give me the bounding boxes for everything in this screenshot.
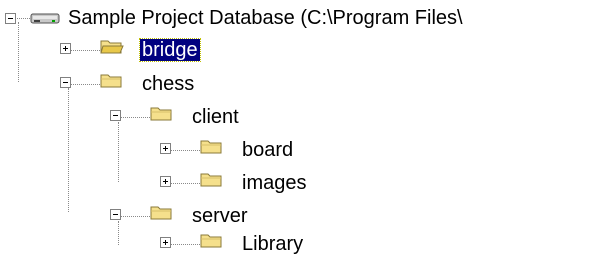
tree-item-images[interactable]: images bbox=[240, 172, 308, 194]
collapse-chess-toggle[interactable] bbox=[60, 77, 71, 88]
expand-bridge-toggle[interactable] bbox=[60, 43, 71, 54]
folder-icon bbox=[200, 140, 222, 154]
tree-connector bbox=[68, 88, 69, 212]
expand-board-toggle[interactable] bbox=[160, 143, 171, 154]
tree-item-server[interactable]: server bbox=[190, 205, 250, 227]
tree-item-library[interactable]: Library bbox=[240, 233, 305, 255]
folder-icon bbox=[100, 74, 122, 88]
tree-connector bbox=[70, 84, 100, 85]
tree-connector bbox=[120, 216, 150, 217]
tree-connector bbox=[120, 117, 150, 118]
tree-connector bbox=[18, 22, 19, 82]
expand-images-toggle[interactable] bbox=[160, 176, 171, 187]
project-tree: Sample Project Database (C:\Program File… bbox=[0, 0, 593, 257]
collapse-root-toggle[interactable] bbox=[5, 13, 16, 24]
tree-item-chess[interactable]: chess bbox=[140, 73, 196, 95]
tree-item-bridge[interactable]: bridge bbox=[139, 38, 201, 62]
tree-connector bbox=[170, 244, 200, 245]
folder-icon bbox=[150, 107, 172, 121]
drive-icon bbox=[30, 13, 60, 24]
tree-connector bbox=[118, 221, 119, 245]
collapse-client-toggle[interactable] bbox=[110, 110, 121, 121]
folder-icon bbox=[150, 206, 172, 220]
folder-icon bbox=[200, 173, 222, 187]
tree-item-board[interactable]: board bbox=[240, 139, 295, 161]
expand-library-toggle[interactable] bbox=[160, 237, 171, 248]
folder-icon bbox=[200, 234, 222, 248]
tree-connector bbox=[70, 50, 100, 51]
folder-open-icon bbox=[100, 40, 124, 54]
tree-connector bbox=[118, 122, 119, 182]
tree-item-client[interactable]: client bbox=[190, 106, 241, 128]
collapse-server-toggle[interactable] bbox=[110, 209, 121, 220]
tree-connector bbox=[170, 150, 200, 151]
tree-connector bbox=[170, 183, 200, 184]
tree-root-label[interactable]: Sample Project Database (C:\Program File… bbox=[66, 7, 465, 29]
